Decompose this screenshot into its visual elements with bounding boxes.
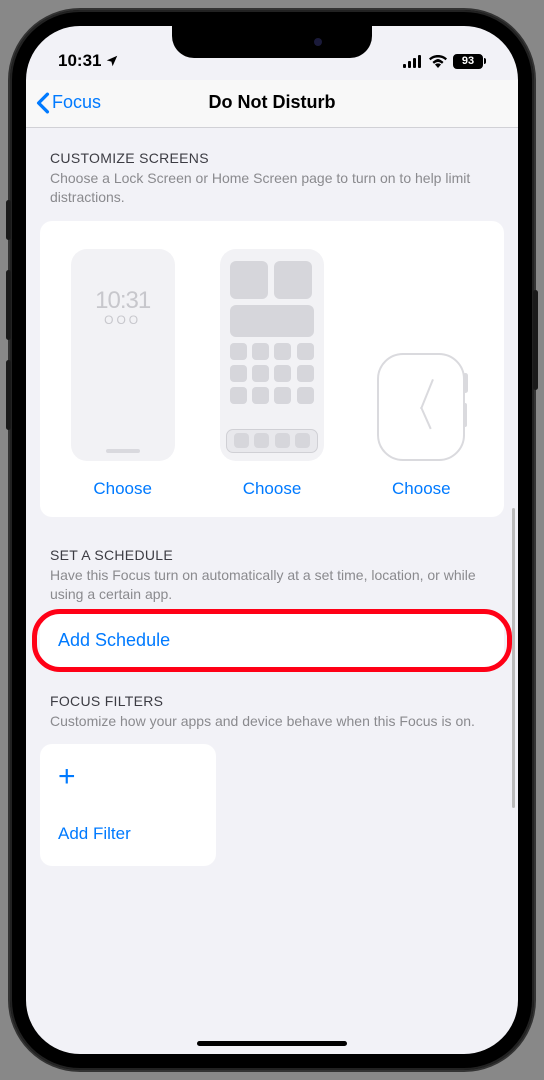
cellular-icon — [403, 55, 423, 68]
watch-preview — [377, 353, 465, 461]
page-title: Do Not Disturb — [209, 92, 336, 113]
back-label: Focus — [52, 92, 101, 113]
choose-home-label[interactable]: Choose — [243, 479, 302, 499]
schedule-desc: Have this Focus turn on automatically at… — [50, 566, 494, 604]
wifi-icon — [429, 55, 447, 68]
notch — [172, 26, 372, 58]
status-time: 10:31 — [58, 51, 101, 71]
dock-preview — [226, 429, 318, 453]
customize-desc: Choose a Lock Screen or Home Screen page… — [50, 169, 494, 207]
schedule-title: SET A SCHEDULE — [50, 547, 494, 563]
add-filter-button[interactable]: + Add Filter — [40, 744, 216, 866]
filters-header: FOCUS FILTERS Customize how your apps an… — [26, 671, 518, 737]
mute-switch — [6, 200, 11, 240]
lock-screen-preview: 10:31 OOO — [71, 249, 175, 461]
screens-card: 10:31 OOO Choose — [40, 221, 504, 517]
screen: 10:31 93 Focus Do Not Disturb — [26, 26, 518, 1054]
lock-preview-bar — [106, 449, 140, 453]
volume-up — [6, 270, 11, 340]
home-screen-preview — [220, 249, 324, 461]
choose-lock-label[interactable]: Choose — [93, 479, 152, 499]
phone-frame: 10:31 93 Focus Do Not Disturb — [10, 10, 534, 1070]
add-filter-label: Add Filter — [58, 824, 198, 844]
filters-title: FOCUS FILTERS — [50, 693, 494, 709]
schedule-header: SET A SCHEDULE Have this Focus turn on a… — [26, 525, 518, 610]
location-icon — [105, 54, 119, 68]
choose-watch-label[interactable]: Choose — [392, 479, 451, 499]
add-schedule-button[interactable]: Add Schedule — [40, 614, 504, 667]
chevron-left-icon — [36, 92, 50, 114]
scroll-indicator[interactable] — [512, 508, 515, 808]
lock-preview-time: 10:31 — [95, 287, 150, 315]
plus-icon: + — [58, 762, 198, 792]
customize-title: CUSTOMIZE SCREENS — [50, 150, 494, 166]
home-indicator[interactable] — [197, 1041, 347, 1046]
content-scroll[interactable]: CUSTOMIZE SCREENS Choose a Lock Screen o… — [26, 128, 518, 1054]
power-button — [533, 290, 538, 390]
back-button[interactable]: Focus — [36, 92, 101, 114]
lock-preview-dots: OOO — [104, 313, 141, 327]
watch-option[interactable]: Choose — [351, 249, 492, 499]
customize-header: CUSTOMIZE SCREENS Choose a Lock Screen o… — [26, 128, 518, 213]
home-screen-option[interactable]: Choose — [201, 249, 342, 499]
filters-desc: Customize how your apps and device behav… — [50, 712, 494, 731]
add-schedule-label: Add Schedule — [58, 630, 170, 650]
battery-level: 93 — [462, 55, 474, 67]
lock-screen-option[interactable]: 10:31 OOO Choose — [52, 249, 193, 499]
battery-icon: 93 — [453, 54, 486, 69]
volume-down — [6, 360, 11, 430]
nav-bar: Focus Do Not Disturb — [26, 80, 518, 128]
